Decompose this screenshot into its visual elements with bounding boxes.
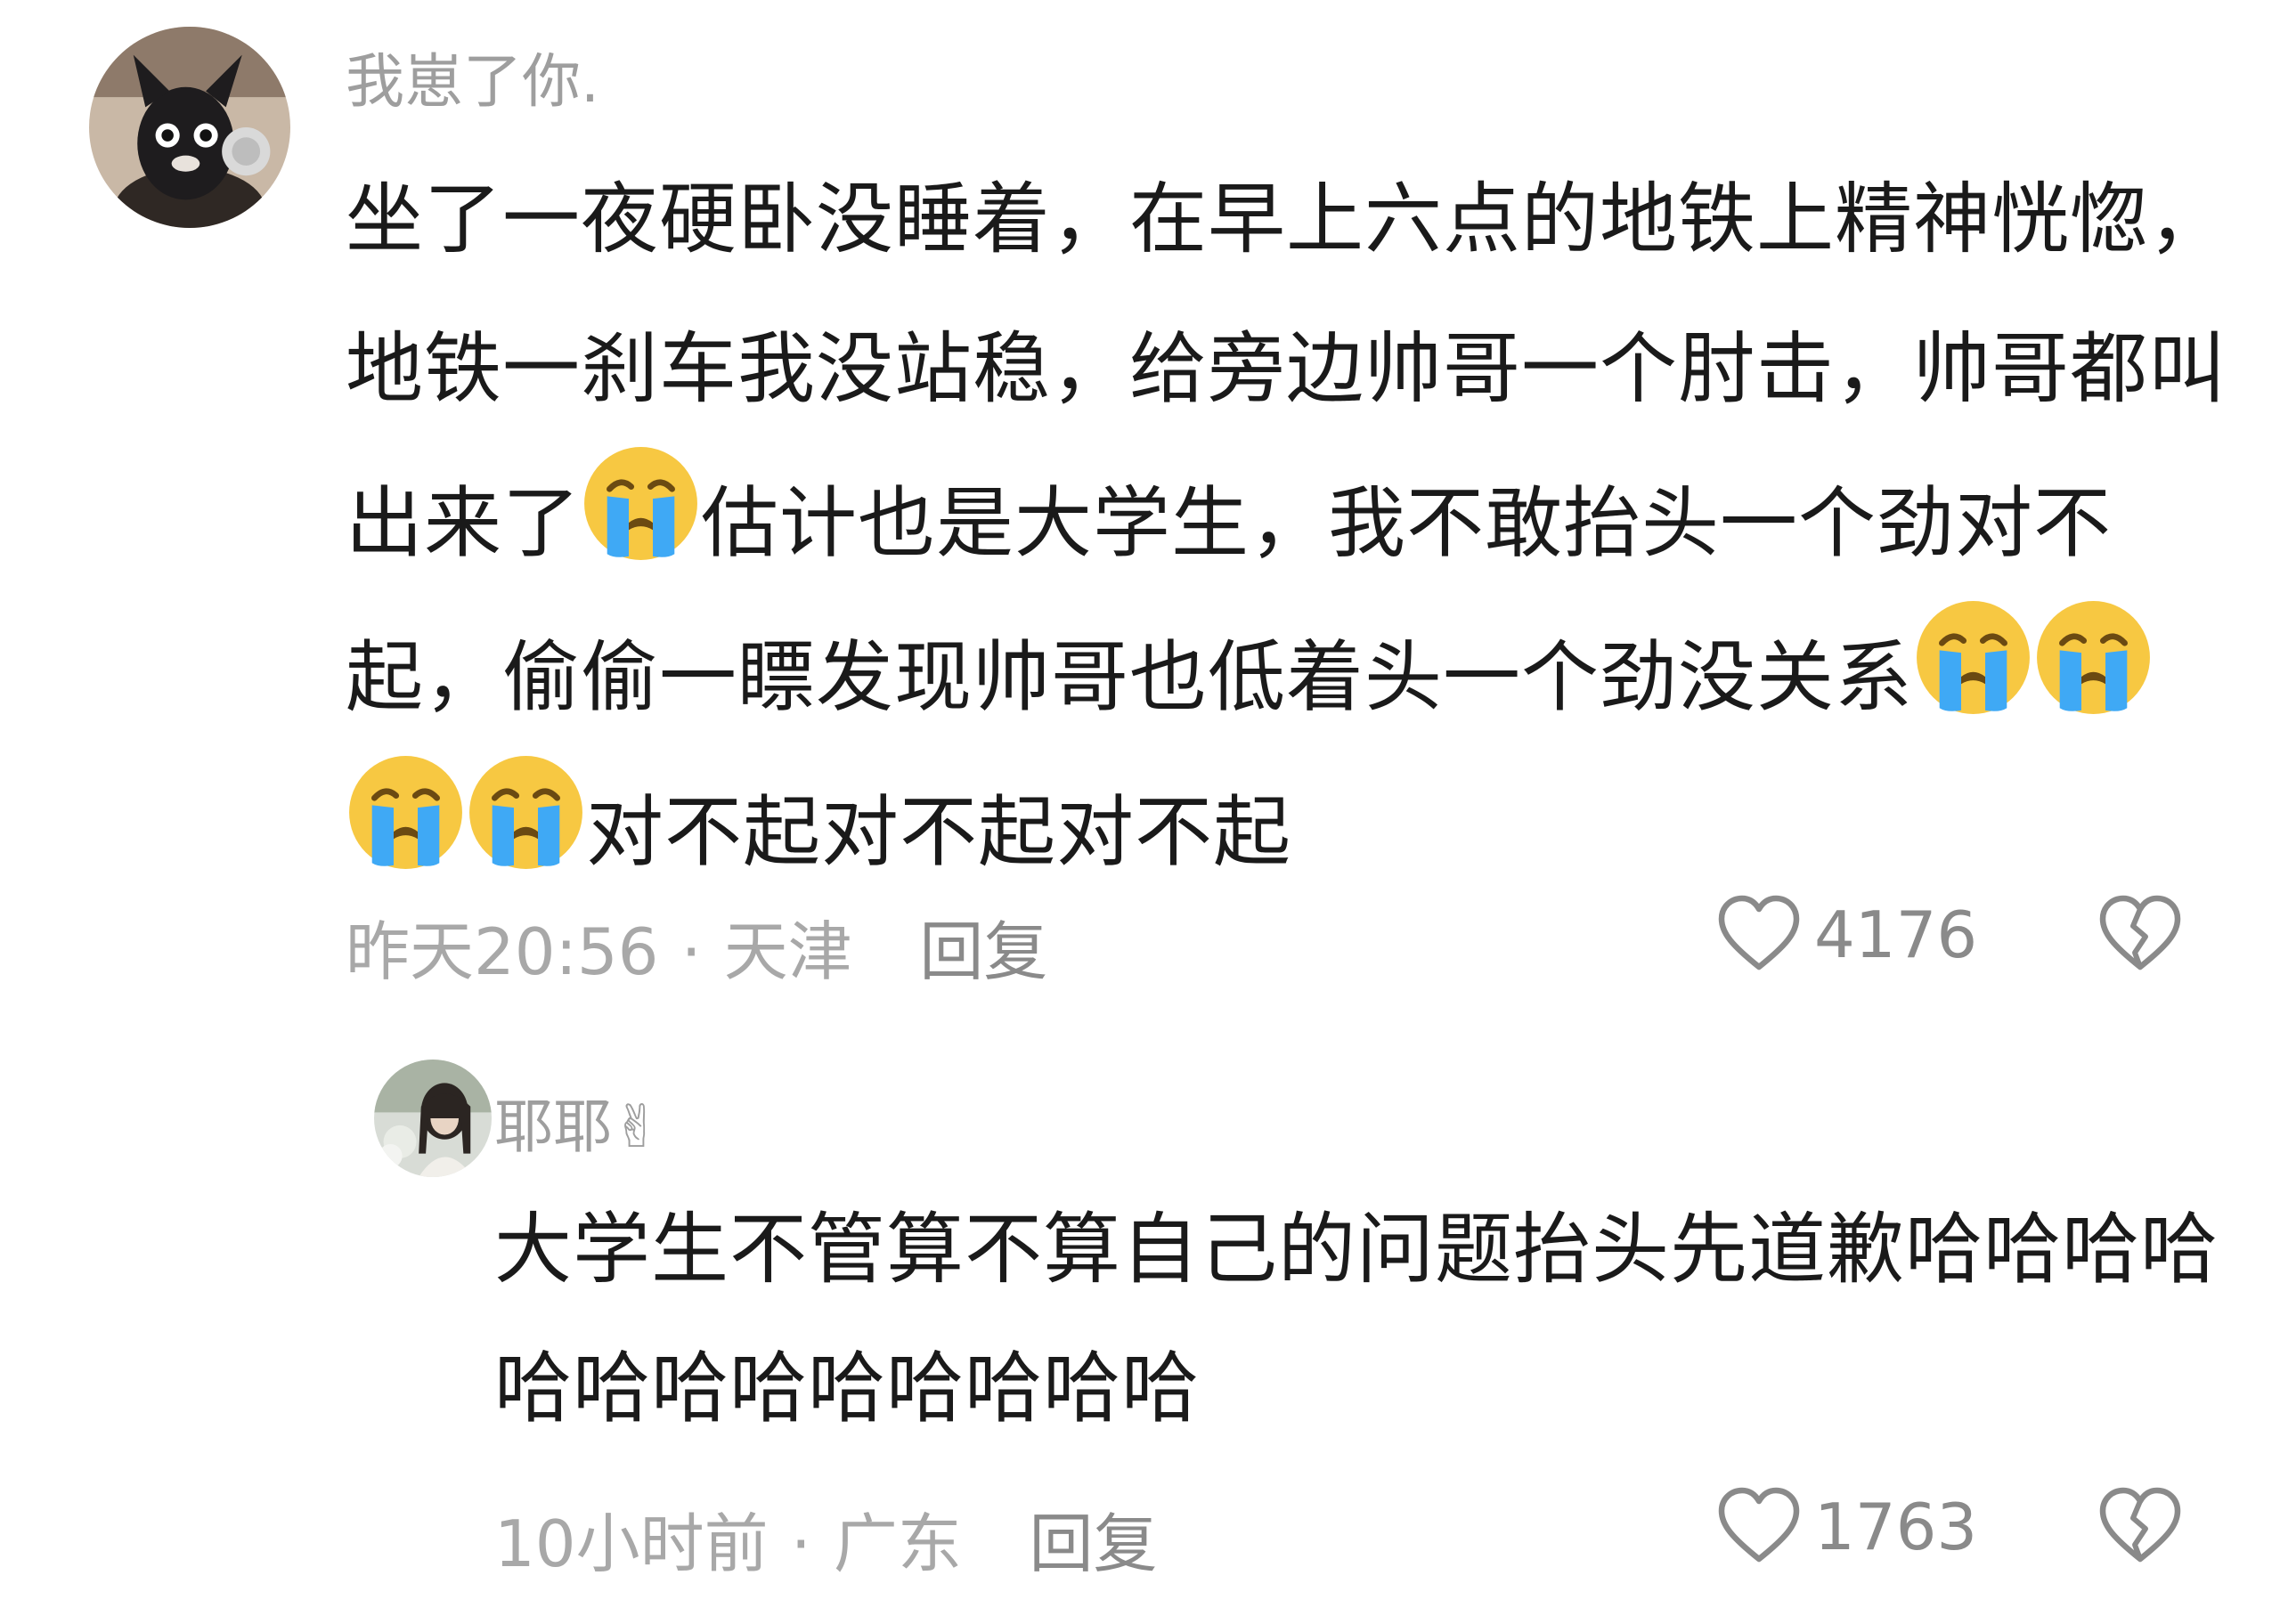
- reply-time: 10小时前: [494, 1506, 769, 1581]
- loudly-crying-face-emoji-icon: [2033, 597, 2154, 718]
- loudly-crying-face-emoji-icon: [1913, 597, 2033, 718]
- reply-button[interactable]: 回复: [1030, 1506, 1158, 1581]
- heart-outline-icon: [1718, 1487, 1800, 1563]
- loudly-crying-face-emoji-icon: [466, 752, 586, 873]
- comment-list: 我崽了你. 坐了一夜硬卧没睡着，在早上六点的地铁上精神恍惚，地铁一刹车我没站稳，…: [0, 0, 2280, 1624]
- dislike-button[interactable]: [2096, 1482, 2185, 1571]
- comment-meta: 昨天20:56 · 天津 回复: [346, 899, 1047, 993]
- loudly-crying-face-emoji-icon: [581, 443, 701, 564]
- reply-username-text: 耶耶: [494, 1092, 612, 1161]
- like-count: 1763: [1814, 1490, 1978, 1564]
- broken-heart-icon: [2099, 1487, 2181, 1563]
- cat-mask-avatar-icon: [89, 27, 290, 228]
- reply-username[interactable]: 耶耶✌: [494, 1079, 661, 1165]
- comment-text-segment: 对不起对不起对不起: [586, 786, 1291, 878]
- reply-button[interactable]: 回复: [919, 914, 1047, 989]
- like-button[interactable]: 1763: [1714, 1482, 1977, 1571]
- like-count: 4176: [1814, 897, 1978, 972]
- reply-body: 大学生不管算不算自己的问题抬头先道歉哈哈哈哈哈哈哈哈哈哈哈哈哈: [494, 1204, 2219, 1433]
- victory-hand-emoji: ✌: [612, 1092, 662, 1161]
- girl-photo-avatar-icon: [374, 1060, 492, 1177]
- broken-heart-icon: [2099, 895, 2181, 970]
- comment-time: 昨天20:56: [346, 914, 659, 989]
- dislike-button[interactable]: [2096, 890, 2185, 979]
- reply-meta: 10小时前 · 广东 回复: [494, 1491, 1158, 1585]
- meta-separator: ·: [790, 1506, 811, 1581]
- user-avatar[interactable]: [89, 27, 290, 228]
- loudly-crying-face-emoji-icon: [346, 752, 466, 873]
- like-button[interactable]: 4176: [1714, 890, 1977, 979]
- comment-username[interactable]: 我崽了你.: [346, 34, 599, 119]
- comment-location: 天津: [723, 914, 852, 989]
- reply-location: 广东: [833, 1506, 962, 1581]
- heart-outline-icon: [1718, 895, 1800, 970]
- meta-separator: ·: [680, 914, 702, 989]
- comment-body: 坐了一夜硬卧没睡着，在早上六点的地铁上精神恍惚，地铁一刹车我没站稳，给旁边帅哥一…: [346, 144, 2234, 906]
- user-avatar[interactable]: [374, 1060, 492, 1177]
